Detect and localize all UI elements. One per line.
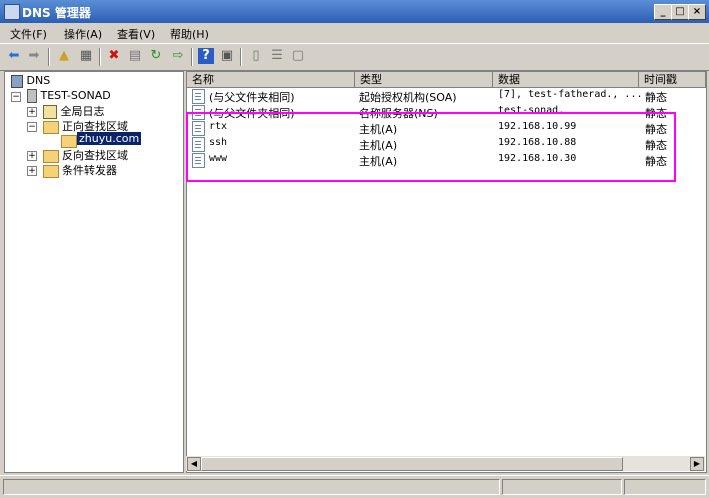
scroll-right-button[interactable]: ▶ bbox=[690, 457, 704, 471]
menu-view[interactable]: 查看(V) bbox=[117, 26, 155, 42]
dns-app-icon bbox=[4, 4, 20, 20]
help-icon[interactable]: ? bbox=[198, 48, 214, 64]
delete-icon[interactable]: ✖ bbox=[106, 48, 122, 64]
horizontal-scrollbar[interactable]: ◀ ▶ bbox=[186, 456, 705, 471]
menu-bar: 文件(F) 操作(A) 查看(V) 帮助(H) bbox=[0, 23, 709, 43]
status-bar bbox=[0, 475, 709, 498]
column-header-type[interactable]: 类型 bbox=[355, 72, 493, 87]
minimize-button[interactable]: _ bbox=[654, 4, 672, 20]
up-folder-icon[interactable]: ▲ bbox=[56, 48, 72, 64]
expand-conditional-forwarders-expander[interactable]: + bbox=[27, 166, 37, 176]
close-button[interactable]: × bbox=[688, 4, 706, 20]
tree-node-dns[interactable]: DNS bbox=[11, 74, 50, 88]
column-header-name[interactable]: 名称 bbox=[187, 72, 355, 87]
export-icon[interactable]: ⇨ bbox=[170, 48, 186, 64]
record-icon[interactable]: ▢ bbox=[290, 48, 306, 64]
column-header-timestamp[interactable]: 时间戳 bbox=[639, 72, 706, 87]
maximize-button[interactable]: □ bbox=[671, 4, 689, 20]
scroll-left-button[interactable]: ◀ bbox=[187, 457, 201, 471]
server-icon bbox=[27, 89, 37, 103]
forward-zones-folder-icon bbox=[43, 121, 59, 134]
highlight-box bbox=[186, 112, 676, 182]
window-title: DNS 管理器 bbox=[22, 6, 91, 20]
properties-icon[interactable]: ▤ bbox=[127, 48, 143, 64]
tree-node-conditional-forwarders[interactable]: 条件转发器 bbox=[62, 162, 117, 178]
scroll-thumb[interactable] bbox=[201, 457, 623, 471]
dns-root-icon bbox=[11, 74, 23, 88]
status-pane-right bbox=[624, 479, 706, 495]
status-pane-middle bbox=[502, 479, 622, 495]
refresh-icon[interactable]: ↻ bbox=[148, 48, 164, 64]
status-pane-main bbox=[3, 479, 500, 495]
menu-help[interactable]: 帮助(H) bbox=[170, 26, 209, 42]
reverse-zones-folder-icon bbox=[43, 150, 59, 163]
table-row[interactable]: (与父文件夹相同) 起始授权机构(SOA) [7], test-fatherad… bbox=[187, 88, 706, 104]
back-arrow-icon[interactable]: ⬅ bbox=[6, 48, 22, 64]
show-hide-tree-icon[interactable]: ▦ bbox=[78, 48, 94, 64]
toolbar: ⬅ ➡ ▲ ▦ ✖ ▤ ↻ ⇨ ? ▣ ▯ ☰ ▢ bbox=[0, 43, 709, 71]
tree-node-server[interactable]: TEST-SONAD bbox=[27, 89, 111, 103]
list-header: 名称 类型 数据 时间戳 bbox=[187, 72, 706, 88]
log-icon bbox=[43, 105, 57, 119]
expand-reverse-zones-expander[interactable]: + bbox=[27, 151, 37, 161]
forward-arrow-icon[interactable]: ➡ bbox=[26, 48, 42, 64]
column-header-data[interactable]: 数据 bbox=[493, 72, 639, 87]
record-icon bbox=[192, 89, 205, 104]
collapse-forward-zones-expander[interactable]: − bbox=[27, 122, 37, 132]
collapse-server-expander[interactable]: − bbox=[11, 92, 21, 102]
expand-global-logs-expander[interactable]: + bbox=[27, 107, 37, 117]
console-tree: DNS − TEST-SONAD + 全局日志 − 正向查找区域 zhuyu.c… bbox=[4, 71, 184, 473]
title-bar: DNS 管理器 _ □ × bbox=[0, 0, 709, 23]
menu-file[interactable]: 文件(F) bbox=[10, 26, 47, 42]
conditional-forwarders-folder-icon bbox=[43, 165, 59, 178]
list-icon[interactable]: ☰ bbox=[269, 48, 285, 64]
menu-action[interactable]: 操作(A) bbox=[64, 26, 102, 42]
tree-node-reverse-zones[interactable]: 反向查找区域 bbox=[62, 147, 128, 163]
server-icon[interactable]: ▯ bbox=[248, 48, 264, 64]
console-icon[interactable]: ▣ bbox=[219, 48, 235, 64]
tree-node-global-logs[interactable]: 全局日志 bbox=[43, 103, 105, 119]
tree-node-zone-selected[interactable]: zhuyu.com bbox=[77, 132, 142, 145]
